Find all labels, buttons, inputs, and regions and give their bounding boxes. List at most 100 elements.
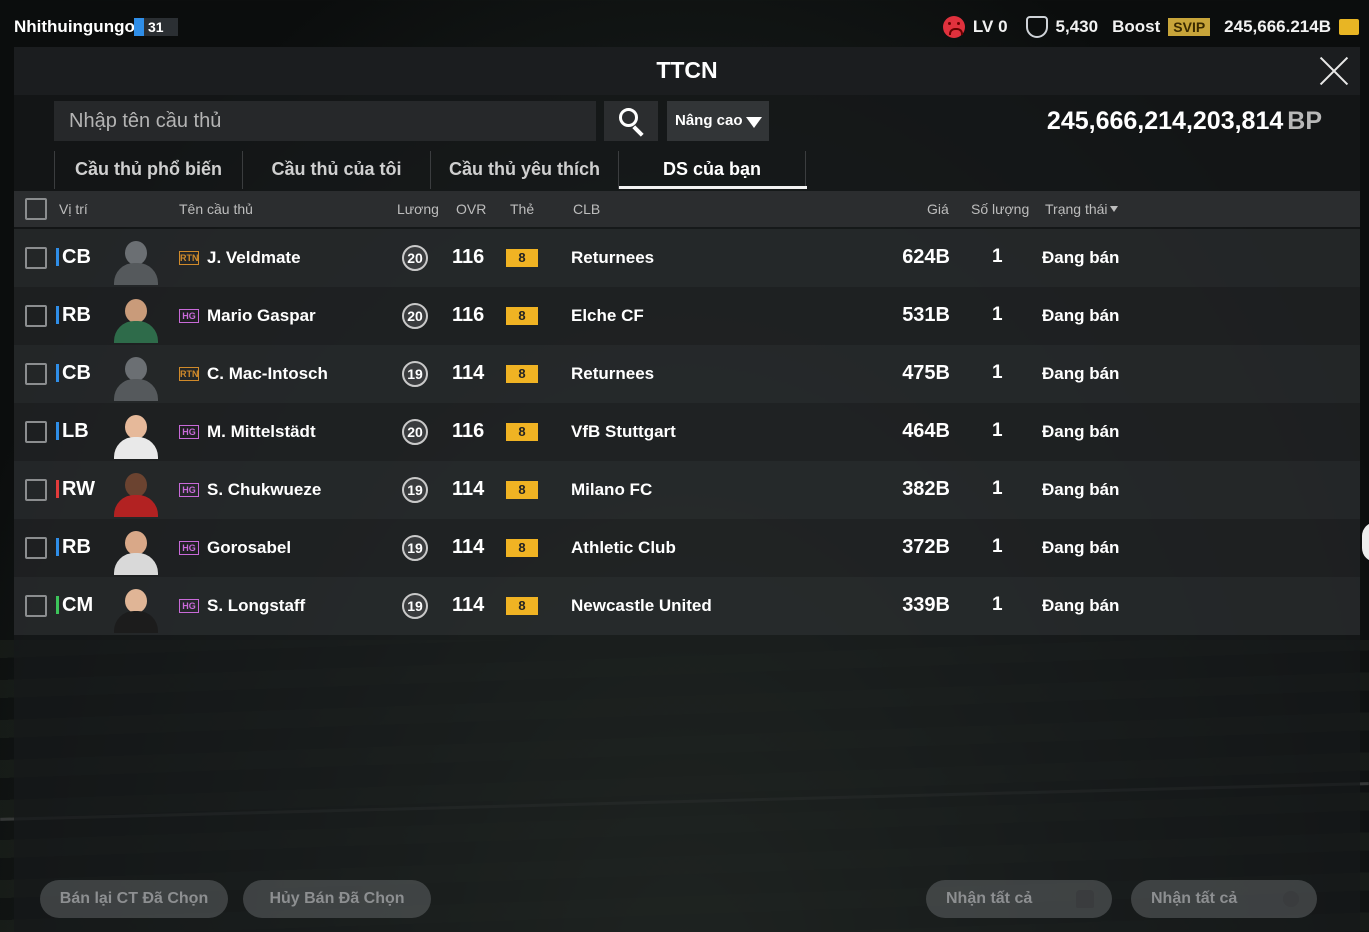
- listing-quantity: 1: [992, 362, 1003, 383]
- header-status-label: Trạng thái: [1045, 201, 1108, 217]
- listing-quantity: 1: [992, 536, 1003, 557]
- coin-icon: [1339, 19, 1359, 35]
- player-avatar[interactable]: [110, 349, 162, 401]
- season-badge: HG: [179, 425, 199, 439]
- table-row[interactable]: RW HG S. Chukwueze 19 114 8 Milano FC 382B 1 Đang…: [14, 461, 1360, 519]
- header-price[interactable]: Giá: [927, 201, 949, 217]
- bp-coin-icon: [1283, 891, 1299, 907]
- card-grade-badge: 8: [506, 249, 538, 267]
- player-avatar[interactable]: [110, 291, 162, 343]
- table-row[interactable]: RB HG Gorosabel 19 114 8 Athletic Club 372B 1 Đan…: [14, 519, 1360, 577]
- sort-down-icon: [1109, 206, 1118, 212]
- player-position: CB: [56, 362, 91, 385]
- player-avatar[interactable]: [110, 233, 162, 285]
- tab-my-listings[interactable]: DS của bạn: [618, 151, 807, 189]
- row-checkbox[interactable]: [25, 595, 47, 617]
- table-row[interactable]: CB RTN C. Mac-Intosch 19 114 8 Returnees 475B 1 Đ…: [14, 345, 1360, 403]
- username: Nhithuingungok: [14, 17, 145, 36]
- player-avatar[interactable]: [110, 581, 162, 633]
- header-name[interactable]: Tên cầu thủ: [179, 201, 253, 217]
- header-club[interactable]: CLB: [573, 201, 600, 217]
- player-position: LB: [56, 420, 89, 443]
- select-all-checkbox[interactable]: [25, 198, 47, 220]
- advanced-label: Nâng cao: [675, 112, 743, 129]
- table-header: Vị trí Tên cầu thủ Lương OVR Thẻ CLB Giá…: [14, 191, 1360, 227]
- season-badge: HG: [179, 599, 199, 613]
- card-grade-badge: 8: [506, 539, 538, 557]
- table-row[interactable]: RB HG Mario Gaspar 20 116 8 Elche CF 531B 1 Đang …: [14, 287, 1360, 345]
- player-club: Athletic Club: [571, 538, 676, 557]
- boost-label[interactable]: Boost: [1112, 17, 1160, 37]
- bp-balance: 245,666,214,203,814 BP: [1047, 107, 1322, 136]
- side-handle[interactable]: [1362, 522, 1369, 562]
- resell-selected-button[interactable]: Bán lại CT Đã Chọn: [40, 880, 228, 918]
- advanced-filter-dropdown[interactable]: Nâng cao: [667, 101, 769, 141]
- table-row[interactable]: LB HG M. Mittelstädt 20 116 8 VfB Stuttgart 464…: [14, 403, 1360, 461]
- row-checkbox[interactable]: [25, 247, 47, 269]
- player-ovr: 114: [452, 594, 485, 616]
- player-avatar[interactable]: [110, 465, 162, 517]
- player-position-label: RB: [62, 304, 91, 326]
- svip-badge[interactable]: SVIP: [1168, 18, 1211, 36]
- player-club: Elche CF: [571, 306, 644, 325]
- position-color-bar: [56, 538, 59, 556]
- shield-icon: [1025, 16, 1048, 38]
- header-card[interactable]: Thẻ: [510, 201, 534, 217]
- card-grade-badge: 8: [506, 307, 538, 325]
- position-color-bar: [56, 364, 59, 382]
- wage-badge: 19: [402, 593, 428, 619]
- listing-quantity: 1: [992, 304, 1003, 325]
- header-position[interactable]: Vị trí: [59, 201, 88, 217]
- player-avatar[interactable]: [110, 523, 162, 575]
- wage-badge: 20: [402, 245, 428, 271]
- listing-price: 531B: [902, 304, 950, 326]
- player-position-label: LB: [62, 420, 89, 442]
- table-row[interactable]: CB RTN J. Veldmate 20 116 8 Returnees 624B 1 Đang…: [14, 229, 1360, 287]
- player-position-label: CB: [62, 362, 91, 384]
- transfer-market-panel: TTCN Nâng cao 245,666,214,203,814BP Cầu …: [14, 47, 1360, 932]
- close-icon[interactable]: [1318, 55, 1350, 87]
- listing-price: 624B: [902, 246, 950, 268]
- player-position: RB: [56, 304, 91, 327]
- coin-balance: 245,666.214B: [1224, 17, 1331, 36]
- player-club: Returnees: [571, 364, 655, 383]
- listing-quantity: 1: [992, 478, 1003, 499]
- wage-badge: 19: [402, 477, 428, 503]
- listing-quantity: 1: [992, 420, 1003, 441]
- header-ovr[interactable]: OVR: [456, 201, 486, 217]
- row-checkbox[interactable]: [25, 421, 47, 443]
- row-checkbox[interactable]: [25, 537, 47, 559]
- tab-my-players[interactable]: Cầu thủ của tôi: [242, 151, 430, 189]
- table-row[interactable]: CM HG S. Longstaff 19 114 8 Newcastle United 33…: [14, 577, 1360, 635]
- row-checkbox[interactable]: [25, 305, 47, 327]
- claim-all-players-button[interactable]: Nhận tất cả: [926, 880, 1112, 918]
- player-search-input[interactable]: [54, 101, 596, 141]
- search-button[interactable]: [604, 101, 658, 141]
- season-badge: HG: [179, 309, 199, 323]
- player-position: CB: [56, 246, 91, 269]
- tab-popular-players[interactable]: Cầu thủ phổ biến: [54, 151, 242, 189]
- tab-bar: Cầu thủ phổ biến Cầu thủ của tôi Cầu thủ…: [54, 151, 807, 189]
- player-club: Milano FC: [571, 480, 653, 499]
- listing-price: 464B: [902, 420, 950, 442]
- sad-face-icon: [942, 16, 965, 38]
- player-club: Returnees: [571, 248, 655, 267]
- header-status[interactable]: Trạng thái: [1045, 201, 1118, 217]
- player-ovr: 114: [452, 362, 485, 384]
- header-wage[interactable]: Lương: [397, 201, 439, 217]
- wage-badge: 20: [402, 303, 428, 329]
- level-badge: 31: [134, 18, 178, 36]
- listing-status: Đang bán: [1042, 364, 1120, 383]
- card-grade-badge: 8: [506, 423, 538, 441]
- header-quantity[interactable]: Số lượng: [971, 201, 1029, 217]
- cancel-selected-button[interactable]: Hủy Bán Đã Chọn: [243, 880, 431, 918]
- player-avatar[interactable]: [110, 407, 162, 459]
- player-name: S. Longstaff: [207, 596, 306, 615]
- tab-favorite-players[interactable]: Cầu thủ yêu thích: [430, 151, 618, 189]
- wage-badge: 20: [402, 419, 428, 445]
- row-checkbox[interactable]: [25, 479, 47, 501]
- row-checkbox[interactable]: [25, 363, 47, 385]
- claim-all-bp-button[interactable]: Nhận tất cả: [1131, 880, 1317, 918]
- bp-balance-value: 245,666,214,203,814: [1046, 107, 1284, 135]
- search-icon: [619, 108, 638, 127]
